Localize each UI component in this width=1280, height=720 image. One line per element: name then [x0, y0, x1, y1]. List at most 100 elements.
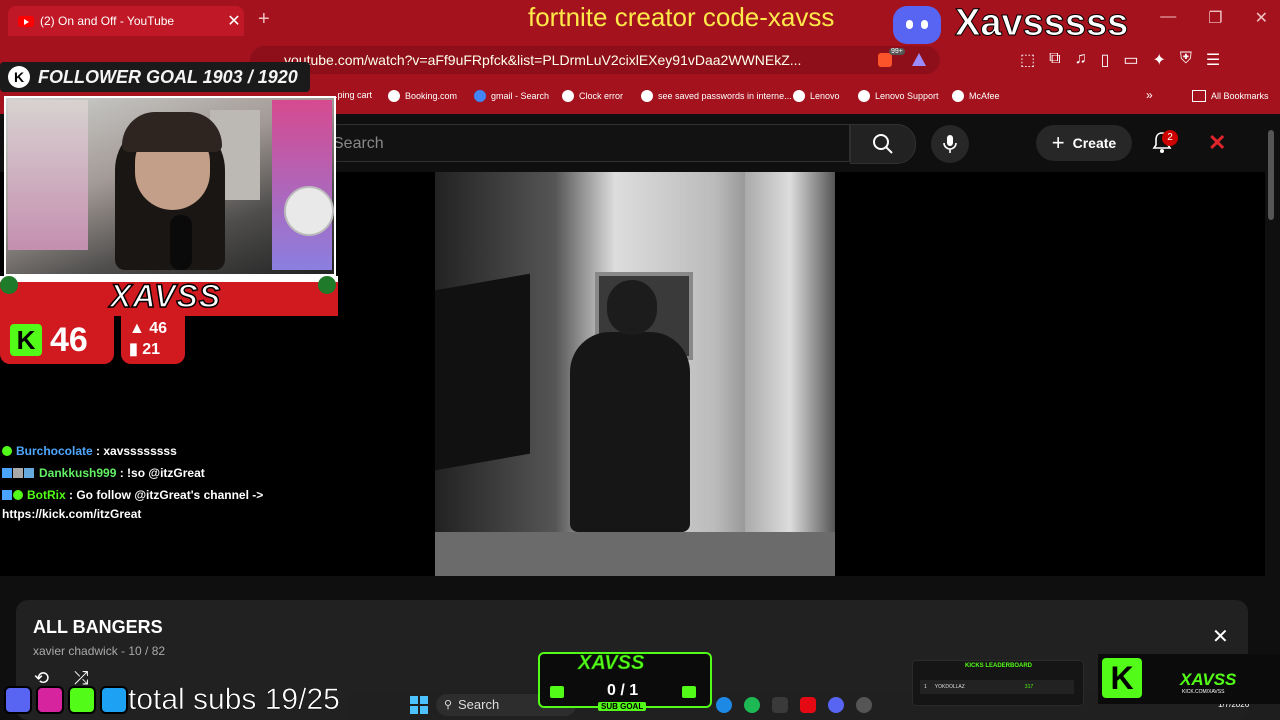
sub-goal-left-icon — [550, 686, 564, 698]
leaderboard-value: 317 — [1024, 684, 1034, 690]
badge-icon — [2, 490, 12, 500]
voice-search-button[interactable] — [931, 125, 969, 163]
leaderboard-row: 1 YOKDOLLAZ 317 — [920, 680, 1074, 694]
bookmark-item[interactable]: ...ping cart — [330, 90, 372, 100]
chat-text: : !so @itzGreat — [116, 466, 205, 480]
all-bookmarks-button[interactable]: All Bookmarks — [1192, 90, 1269, 102]
new-tab-button[interactable]: + — [258, 8, 270, 31]
settings-icon[interactable] — [856, 697, 872, 713]
viewer-count: 46 — [50, 320, 88, 359]
tab-search-icon[interactable]: ⧉ — [1049, 50, 1060, 70]
bookmark-item[interactable]: McAfee — [952, 90, 1000, 102]
sub-goal-count: 0 / 1 — [607, 682, 639, 699]
bookmark-label: see saved passwords in interne... — [658, 91, 792, 101]
fan — [284, 186, 334, 236]
bookmark-item[interactable]: Booking.com — [388, 90, 457, 102]
vpn-icon[interactable]: ⛨ — [1180, 50, 1192, 70]
bookmark-label: McAfee — [969, 91, 1000, 101]
media-icon[interactable]: ♫ — [1075, 50, 1087, 70]
sub-goal-right-icon — [682, 686, 696, 698]
bookmark-item[interactable]: see saved passwords in interne... — [641, 90, 792, 102]
chat-username: Burchocolate — [16, 444, 93, 458]
bookmark-label: Lenovo Support — [875, 91, 939, 101]
discord-social-icon — [4, 686, 32, 714]
more-bookmarks-button[interactable]: » — [1146, 88, 1153, 102]
sub-goal-label: SUB GOAL — [598, 702, 647, 711]
window-close-icon[interactable]: ✕ — [1255, 8, 1268, 28]
social-icons — [4, 686, 128, 714]
browser-tab[interactable]: (2) On and Off - YouTube ✕ — [8, 6, 244, 36]
close-x-icon[interactable]: ✕ — [1208, 130, 1226, 156]
leaderboard-rank: 1 — [924, 684, 927, 690]
notification-count-badge: 2 — [1162, 130, 1178, 146]
youtube-icon — [18, 15, 34, 27]
address-bar[interactable]: youtube.com/watch?v=aFf9uFRpfck&list=PLD… — [250, 46, 940, 74]
kick-social-icon — [68, 686, 96, 714]
brave-shield-icon[interactable] — [878, 53, 892, 67]
restore-icon[interactable]: ❐ — [1208, 8, 1222, 28]
badge-icon — [24, 468, 34, 478]
file-explorer-icon[interactable] — [772, 697, 788, 713]
streamer-hair — [122, 112, 222, 152]
video-frame[interactable] — [435, 172, 835, 576]
stat-bars: ▮ 21 — [129, 341, 161, 358]
minimize-icon[interactable]: — — [1160, 8, 1176, 28]
netflix-icon[interactable] — [800, 697, 816, 713]
tab-close-icon[interactable]: ✕ — [224, 11, 244, 31]
microphone-icon — [943, 135, 957, 153]
xavss-logo: XAVSS — [109, 277, 222, 315]
follower-goal-bar: FOLLOWER GOAL 1903 / 1920 — [0, 62, 310, 92]
poster-far-right — [272, 100, 332, 270]
badge-icon — [2, 468, 12, 478]
wall-painting — [435, 273, 530, 471]
search-button[interactable] — [850, 124, 916, 164]
discord-taskbar-icon[interactable] — [828, 697, 844, 713]
brave-badge: 99+ — [889, 48, 905, 55]
create-button[interactable]: + Create — [1036, 125, 1132, 161]
chat-text: : Go follow @itzGreat's channel -> — [65, 488, 264, 502]
google-icon — [474, 90, 486, 102]
wallet-icon[interactable]: ▭ — [1123, 50, 1138, 70]
playlist-close-icon[interactable]: ✕ — [1212, 624, 1229, 649]
plus-icon: + — [1051, 130, 1065, 155]
chat-message: Burchocolate : xavssssssss — [2, 440, 332, 462]
edge-icon[interactable] — [716, 697, 732, 713]
holly-icon — [318, 276, 336, 294]
tab-title: (2) On and Off - YouTube — [40, 14, 175, 28]
browser-toolbar-icons: ⬚ ⧉ ♫ ▯ ▭ ✦ ⛨ ☰ — [1020, 50, 1220, 70]
menu-icon[interactable]: ☰ — [1206, 50, 1220, 70]
kick-viewer-count: K 46 — [0, 316, 114, 364]
rewards-icon[interactable] — [912, 53, 926, 66]
poster-left — [8, 100, 88, 250]
create-label: Create — [1072, 135, 1117, 151]
playlist-title[interactable]: ALL BANGERS — [33, 617, 163, 638]
extensions-icon[interactable]: ⬚ — [1020, 50, 1035, 70]
chat-feed: Burchocolate : xavssssssss Dankkush999 :… — [2, 440, 332, 522]
sidebar-icon[interactable]: ▯ — [1101, 50, 1110, 70]
verified-icon — [13, 490, 23, 500]
bookmark-item[interactable]: gmail - Search — [474, 90, 549, 102]
spotify-icon[interactable] — [744, 697, 760, 713]
kick-logo-icon: K — [10, 324, 42, 356]
folder-icon — [1192, 90, 1206, 102]
chat-username: Dankkush999 — [39, 466, 117, 480]
chat-username: BotRix — [27, 488, 66, 502]
chat-text: : xavssssssss — [92, 444, 177, 458]
kick-icon: K — [8, 66, 30, 88]
bookmark-item[interactable]: Lenovo — [793, 90, 840, 102]
bookmark-item[interactable]: Clock error — [562, 90, 623, 102]
sub-goal-title: XAVSS — [578, 652, 645, 675]
windows-start-icon[interactable] — [410, 696, 428, 714]
bookmark-label: Clock error — [579, 91, 624, 101]
stream-stats: ▲ 46 ▮ 21 — [121, 316, 185, 364]
taskbar-search-icon: ⚲ — [444, 699, 453, 711]
leo-ai-icon[interactable]: ✦ — [1153, 50, 1166, 70]
page-scrollbar[interactable] — [1268, 130, 1274, 220]
stat-followers: ▲ 46 — [129, 320, 168, 337]
search-input[interactable]: Search — [320, 124, 850, 162]
kick-brand-logo-icon: K — [1102, 658, 1142, 698]
badge-icon — [13, 468, 23, 478]
window-panel — [745, 172, 835, 576]
instagram-icon — [36, 686, 64, 714]
bookmark-item[interactable]: Lenovo Support — [858, 90, 939, 102]
